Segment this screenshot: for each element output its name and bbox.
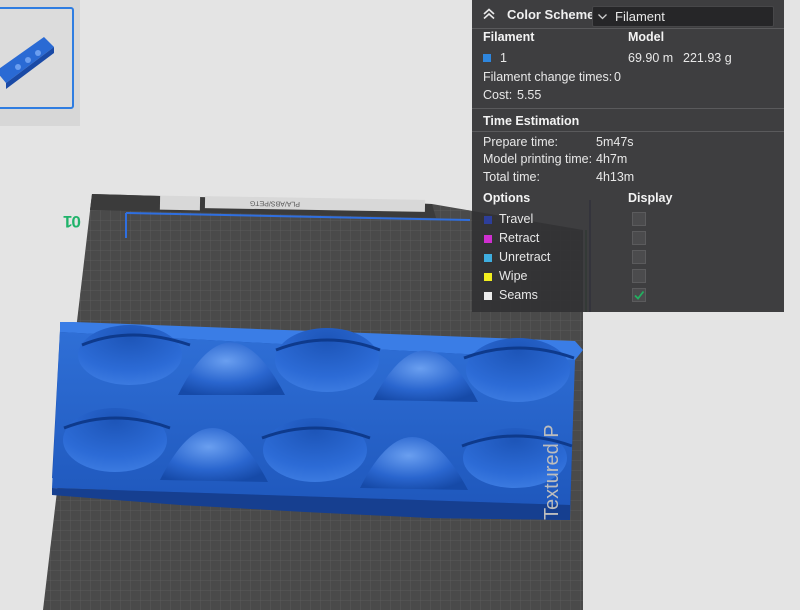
divider xyxy=(472,28,784,29)
seams-color-swatch xyxy=(484,292,492,300)
gcode-legend-panel: Color Scheme Filament Filament Model 1 6… xyxy=(472,0,784,312)
checkmark-icon xyxy=(634,290,645,300)
prepare-time-label: Prepare time: xyxy=(483,135,559,149)
cost-value: 5.55 xyxy=(517,88,542,102)
filament-weight: 221.93 g xyxy=(683,51,732,65)
filament-length: 69.90 m xyxy=(628,51,674,65)
color-scheme-select[interactable]: Filament xyxy=(592,6,774,27)
option-label-wipe: Wipe xyxy=(499,269,528,283)
seams-display-checkbox[interactable] xyxy=(632,288,646,302)
model-printing-time-value: 4h7m xyxy=(596,152,628,166)
time-estimation-title: Time Estimation xyxy=(483,114,580,128)
chevron-down-icon xyxy=(598,14,607,20)
col-header-filament: Filament xyxy=(483,30,535,44)
plate-thumbnail-panel xyxy=(0,0,80,126)
filament-color-swatch xyxy=(483,54,491,62)
retract-display-checkbox[interactable] xyxy=(632,231,646,245)
travel-display-checkbox[interactable] xyxy=(632,212,646,226)
total-time-value: 4h13m xyxy=(596,170,635,184)
filament-change-label: Filament change times: xyxy=(483,70,613,84)
col-header-model: Model xyxy=(628,30,665,44)
wipe-display-checkbox[interactable] xyxy=(632,269,646,283)
filament-change-value: 0 xyxy=(614,70,621,84)
option-label-seams: Seams xyxy=(499,288,538,302)
model-printing-time-label: Model printing time: xyxy=(483,152,593,166)
option-label-travel: Travel xyxy=(499,212,534,226)
retract-color-swatch xyxy=(484,235,492,243)
legend-title: Color Scheme xyxy=(507,7,595,22)
unretract-color-swatch xyxy=(484,254,492,262)
cost-label: Cost: xyxy=(483,88,513,102)
plate-number: 01 xyxy=(64,212,81,231)
col-header-display: Display xyxy=(628,191,673,205)
printed-tray-model[interactable] xyxy=(52,322,583,520)
divider xyxy=(472,131,784,132)
option-label-unretract: Unretract xyxy=(499,250,551,264)
divider xyxy=(472,108,784,109)
plate-thumbnail[interactable] xyxy=(0,7,74,109)
option-label-retract: Retract xyxy=(499,231,540,245)
svg-text:PLA/ABS/PETG: PLA/ABS/PETG xyxy=(250,199,300,207)
prepare-time-value: 5m47s xyxy=(596,135,634,149)
collapse-chevron-icon[interactable] xyxy=(481,6,497,22)
filament-id: 1 xyxy=(500,51,507,65)
travel-color-swatch xyxy=(484,216,492,224)
wipe-color-swatch xyxy=(484,273,492,281)
color-scheme-value: Filament xyxy=(615,9,665,24)
col-header-options: Options xyxy=(483,191,531,205)
unretract-display-checkbox[interactable] xyxy=(632,250,646,264)
legend-header: Color Scheme Filament xyxy=(472,0,784,30)
tray-thumbnail-icon xyxy=(0,37,54,89)
bed-type-label: Textured P xyxy=(541,424,563,520)
total-time-label: Total time: xyxy=(483,170,540,184)
